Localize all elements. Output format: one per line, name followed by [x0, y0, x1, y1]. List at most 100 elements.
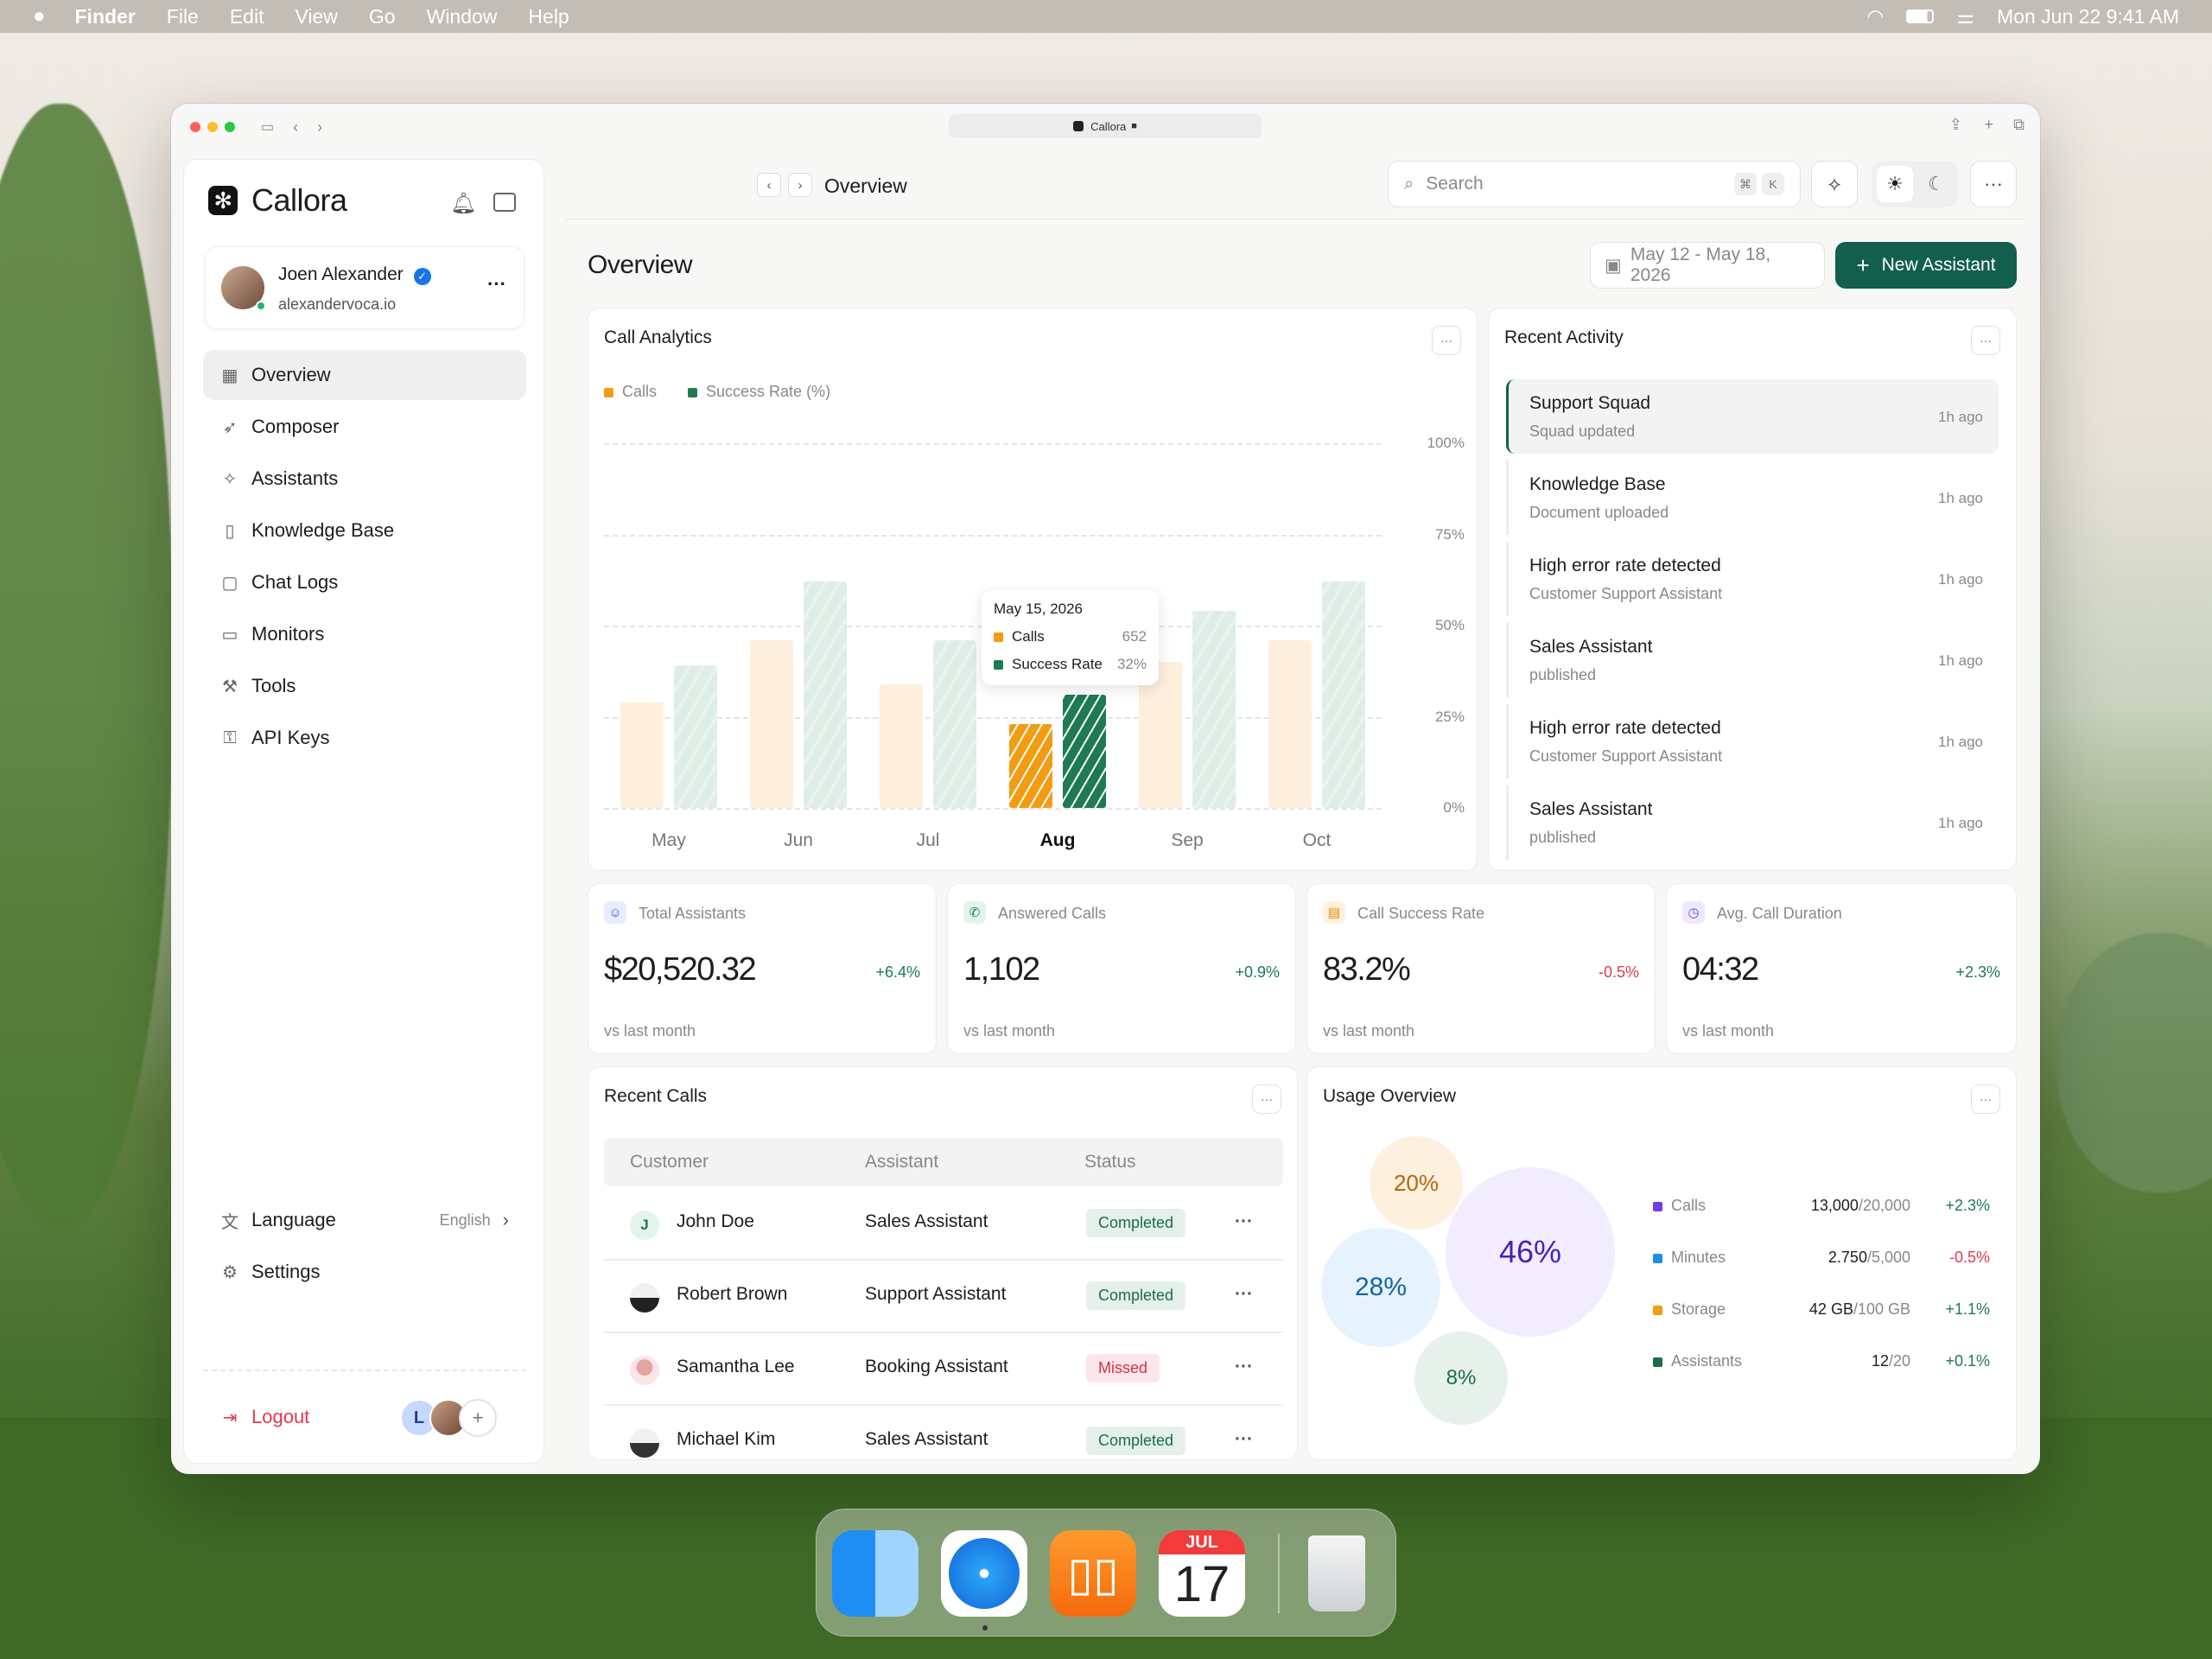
menu-help[interactable]: Help	[528, 5, 569, 29]
new-tab-icon[interactable]: +	[1984, 116, 1993, 134]
sidebar-item-assistants[interactable]: ✧ Assistants	[203, 454, 526, 504]
success-rate-bar[interactable]	[1322, 582, 1365, 808]
success-rate-bar[interactable]	[804, 582, 847, 808]
stat-card-answered-calls[interactable]: ✆ Answered Calls 1,102 +0.9% vs last mon…	[947, 883, 1296, 1054]
calls-bar[interactable]	[1268, 639, 1312, 808]
column-header-assistant[interactable]: Assistant	[865, 1152, 938, 1173]
sidebar-item-knowledge-base[interactable]: ▯ Knowledge Base	[203, 505, 526, 556]
zoom-window-button[interactable]	[225, 122, 235, 132]
back-icon[interactable]: ‹	[293, 118, 298, 137]
user-card[interactable]: Joen Alexander ✓ alexandervoca.io ···	[205, 246, 524, 329]
tooltip-date: May 15, 2026	[994, 601, 1084, 617]
nav-forward-button[interactable]: ›	[788, 173, 812, 197]
menu-window[interactable]: Window	[427, 5, 498, 29]
calls-bar[interactable]	[750, 639, 793, 808]
minimize-window-button[interactable]	[207, 122, 218, 132]
control-center-icon[interactable]: ⚌	[1956, 5, 1974, 29]
share-icon[interactable]: ⇪	[1949, 116, 1962, 134]
sidebar-toggle-icon[interactable]: ▭	[261, 118, 274, 136]
success-rate-bar[interactable]	[1192, 611, 1236, 808]
add-member-button[interactable]: +	[459, 1399, 497, 1437]
address-bar[interactable]: Callora ■	[949, 114, 1262, 138]
menu-view[interactable]: View	[295, 5, 337, 29]
sidebar-item-chat-logs[interactable]: ▢ Chat Logs	[203, 557, 526, 607]
table-row[interactable]: Robert Brown Support Assistant Completed…	[604, 1261, 1283, 1333]
stat-label: Total Assistants	[639, 905, 747, 922]
tabs-overview-icon[interactable]: ⧉	[2013, 116, 2024, 134]
more-options-button[interactable]: ···	[1970, 161, 2017, 207]
users-icon: ☺	[604, 901, 626, 924]
stat-card-total-assistants[interactable]: ☺ Total Assistants $20,520.32 +6.4% vs l…	[588, 883, 937, 1054]
table-header: Customer Assistant Status	[604, 1138, 1283, 1186]
table-row[interactable]: Samantha Lee Booking Assistant Missed ··…	[604, 1333, 1283, 1406]
recent-calls-more-button[interactable]: ···	[1252, 1084, 1281, 1114]
sidebar-item-composer[interactable]: ➶ Composer	[203, 402, 526, 452]
recent-activity-more-button[interactable]: ···	[1971, 326, 2000, 355]
collapse-sidebar-icon[interactable]	[493, 193, 516, 212]
trash-icon[interactable]	[1294, 1530, 1380, 1617]
calls-bar[interactable]	[620, 702, 664, 808]
user-menu-icon[interactable]: ···	[487, 273, 506, 296]
menu-file[interactable]: File	[167, 5, 199, 29]
column-header-customer[interactable]: Customer	[630, 1152, 709, 1173]
calls-bar[interactable]	[1009, 723, 1052, 808]
sidebar-item-overview[interactable]: ▦ Overview	[203, 350, 526, 400]
sidebar-item-monitors[interactable]: ▭ Monitors	[203, 609, 526, 659]
safari-icon[interactable]	[941, 1530, 1027, 1617]
activity-item[interactable]: High error rate detected Customer Suppor…	[1506, 542, 1999, 616]
dark-mode-button[interactable]: ☾	[1918, 166, 1955, 202]
customer-name: John Doe	[677, 1211, 754, 1231]
bell-icon[interactable]: 🔔︎	[450, 191, 476, 216]
stat-card-call-success-rate[interactable]: ▤ Call Success Rate 83.2% -0.5% vs last …	[1306, 883, 1656, 1054]
activity-item[interactable]: High error rate detected Customer Suppor…	[1506, 704, 1999, 779]
table-row[interactable]: Michael Kim Sales Assistant Completed ··…	[604, 1406, 1283, 1459]
share-button[interactable]: ⟡	[1811, 161, 1858, 207]
logout-button[interactable]: ⇥ Logout	[203, 1392, 376, 1442]
row-actions-icon[interactable]: ···	[1235, 1284, 1253, 1305]
menu-app-name[interactable]: Finder	[75, 5, 136, 29]
activity-item[interactable]: Knowledge Base Document uploaded 1h ago	[1506, 461, 1999, 535]
sidebar-item-api-keys[interactable]: ⚿ API Keys	[203, 713, 526, 763]
sidebar-item-tools[interactable]: ⚒ Tools	[203, 661, 526, 711]
success-rate-bar[interactable]	[1063, 695, 1106, 808]
wifi-icon[interactable]: ◠	[1866, 5, 1884, 29]
success-rate-bar[interactable]	[933, 639, 976, 808]
battery-icon[interactable]	[1906, 10, 1935, 23]
calendar-check-icon: ▤	[1323, 901, 1345, 924]
nav-back-button[interactable]: ‹	[757, 173, 781, 197]
usage-total: /100 GB	[1853, 1300, 1910, 1318]
row-actions-icon[interactable]: ···	[1235, 1357, 1253, 1377]
activity-item[interactable]: Sales Assistant published 1h ago	[1506, 623, 1999, 697]
usage-bubble-storage: 20%	[1370, 1136, 1463, 1230]
success-rate-bar[interactable]	[674, 665, 717, 808]
customer-name: Robert Brown	[677, 1284, 788, 1304]
usage-row-assistants: Assistants 12/20 +0.1%	[1653, 1352, 1990, 1370]
calls-bar[interactable]	[880, 683, 923, 808]
new-assistant-button[interactable]: + New Assistant	[1835, 242, 2017, 289]
activity-item[interactable]: Sales Assistant published 1h ago	[1506, 785, 1999, 860]
usage-more-button[interactable]: ···	[1971, 1084, 2000, 1114]
menubar-datetime[interactable]: Mon Jun 22 9:41 AM	[1997, 5, 2179, 29]
date-range-picker[interactable]: ▣ May 12 - May 18, 2026	[1590, 242, 1825, 289]
calendar-icon[interactable]: JUL 17	[1159, 1530, 1245, 1617]
sidebar-item-settings[interactable]: ⚙ Settings	[203, 1247, 526, 1297]
books-icon[interactable]: ▯▯	[1050, 1530, 1136, 1617]
brand[interactable]: ✻ Callora	[208, 182, 347, 219]
search-input[interactable]: ⌕ Search ⌘ K	[1388, 161, 1801, 207]
activity-item[interactable]: Support Squad Squad updated 1h ago	[1506, 379, 1999, 454]
table-row[interactable]: J John Doe Sales Assistant Completed ···	[604, 1188, 1283, 1261]
row-actions-icon[interactable]: ···	[1235, 1429, 1253, 1450]
close-window-button[interactable]	[190, 122, 200, 132]
forward-icon[interactable]: ›	[317, 118, 322, 137]
row-actions-icon[interactable]: ···	[1235, 1211, 1253, 1232]
usage-used: 2.750	[1827, 1249, 1867, 1266]
stat-card-avg-call-duration[interactable]: ◷ Avg. Call Duration 04:32 +2.3% vs last…	[1666, 883, 2017, 1054]
light-mode-button[interactable]: ☀	[1877, 166, 1913, 202]
finder-icon[interactable]	[832, 1530, 918, 1617]
menu-edit[interactable]: Edit	[230, 5, 264, 29]
usage-amount: 12/20	[1789, 1352, 1910, 1370]
menu-go[interactable]: Go	[369, 5, 396, 29]
apple-icon[interactable]: ●	[33, 4, 46, 29]
sidebar-item-language[interactable]: 文 Language English ›	[203, 1195, 526, 1245]
column-header-status[interactable]: Status	[1084, 1152, 1136, 1173]
